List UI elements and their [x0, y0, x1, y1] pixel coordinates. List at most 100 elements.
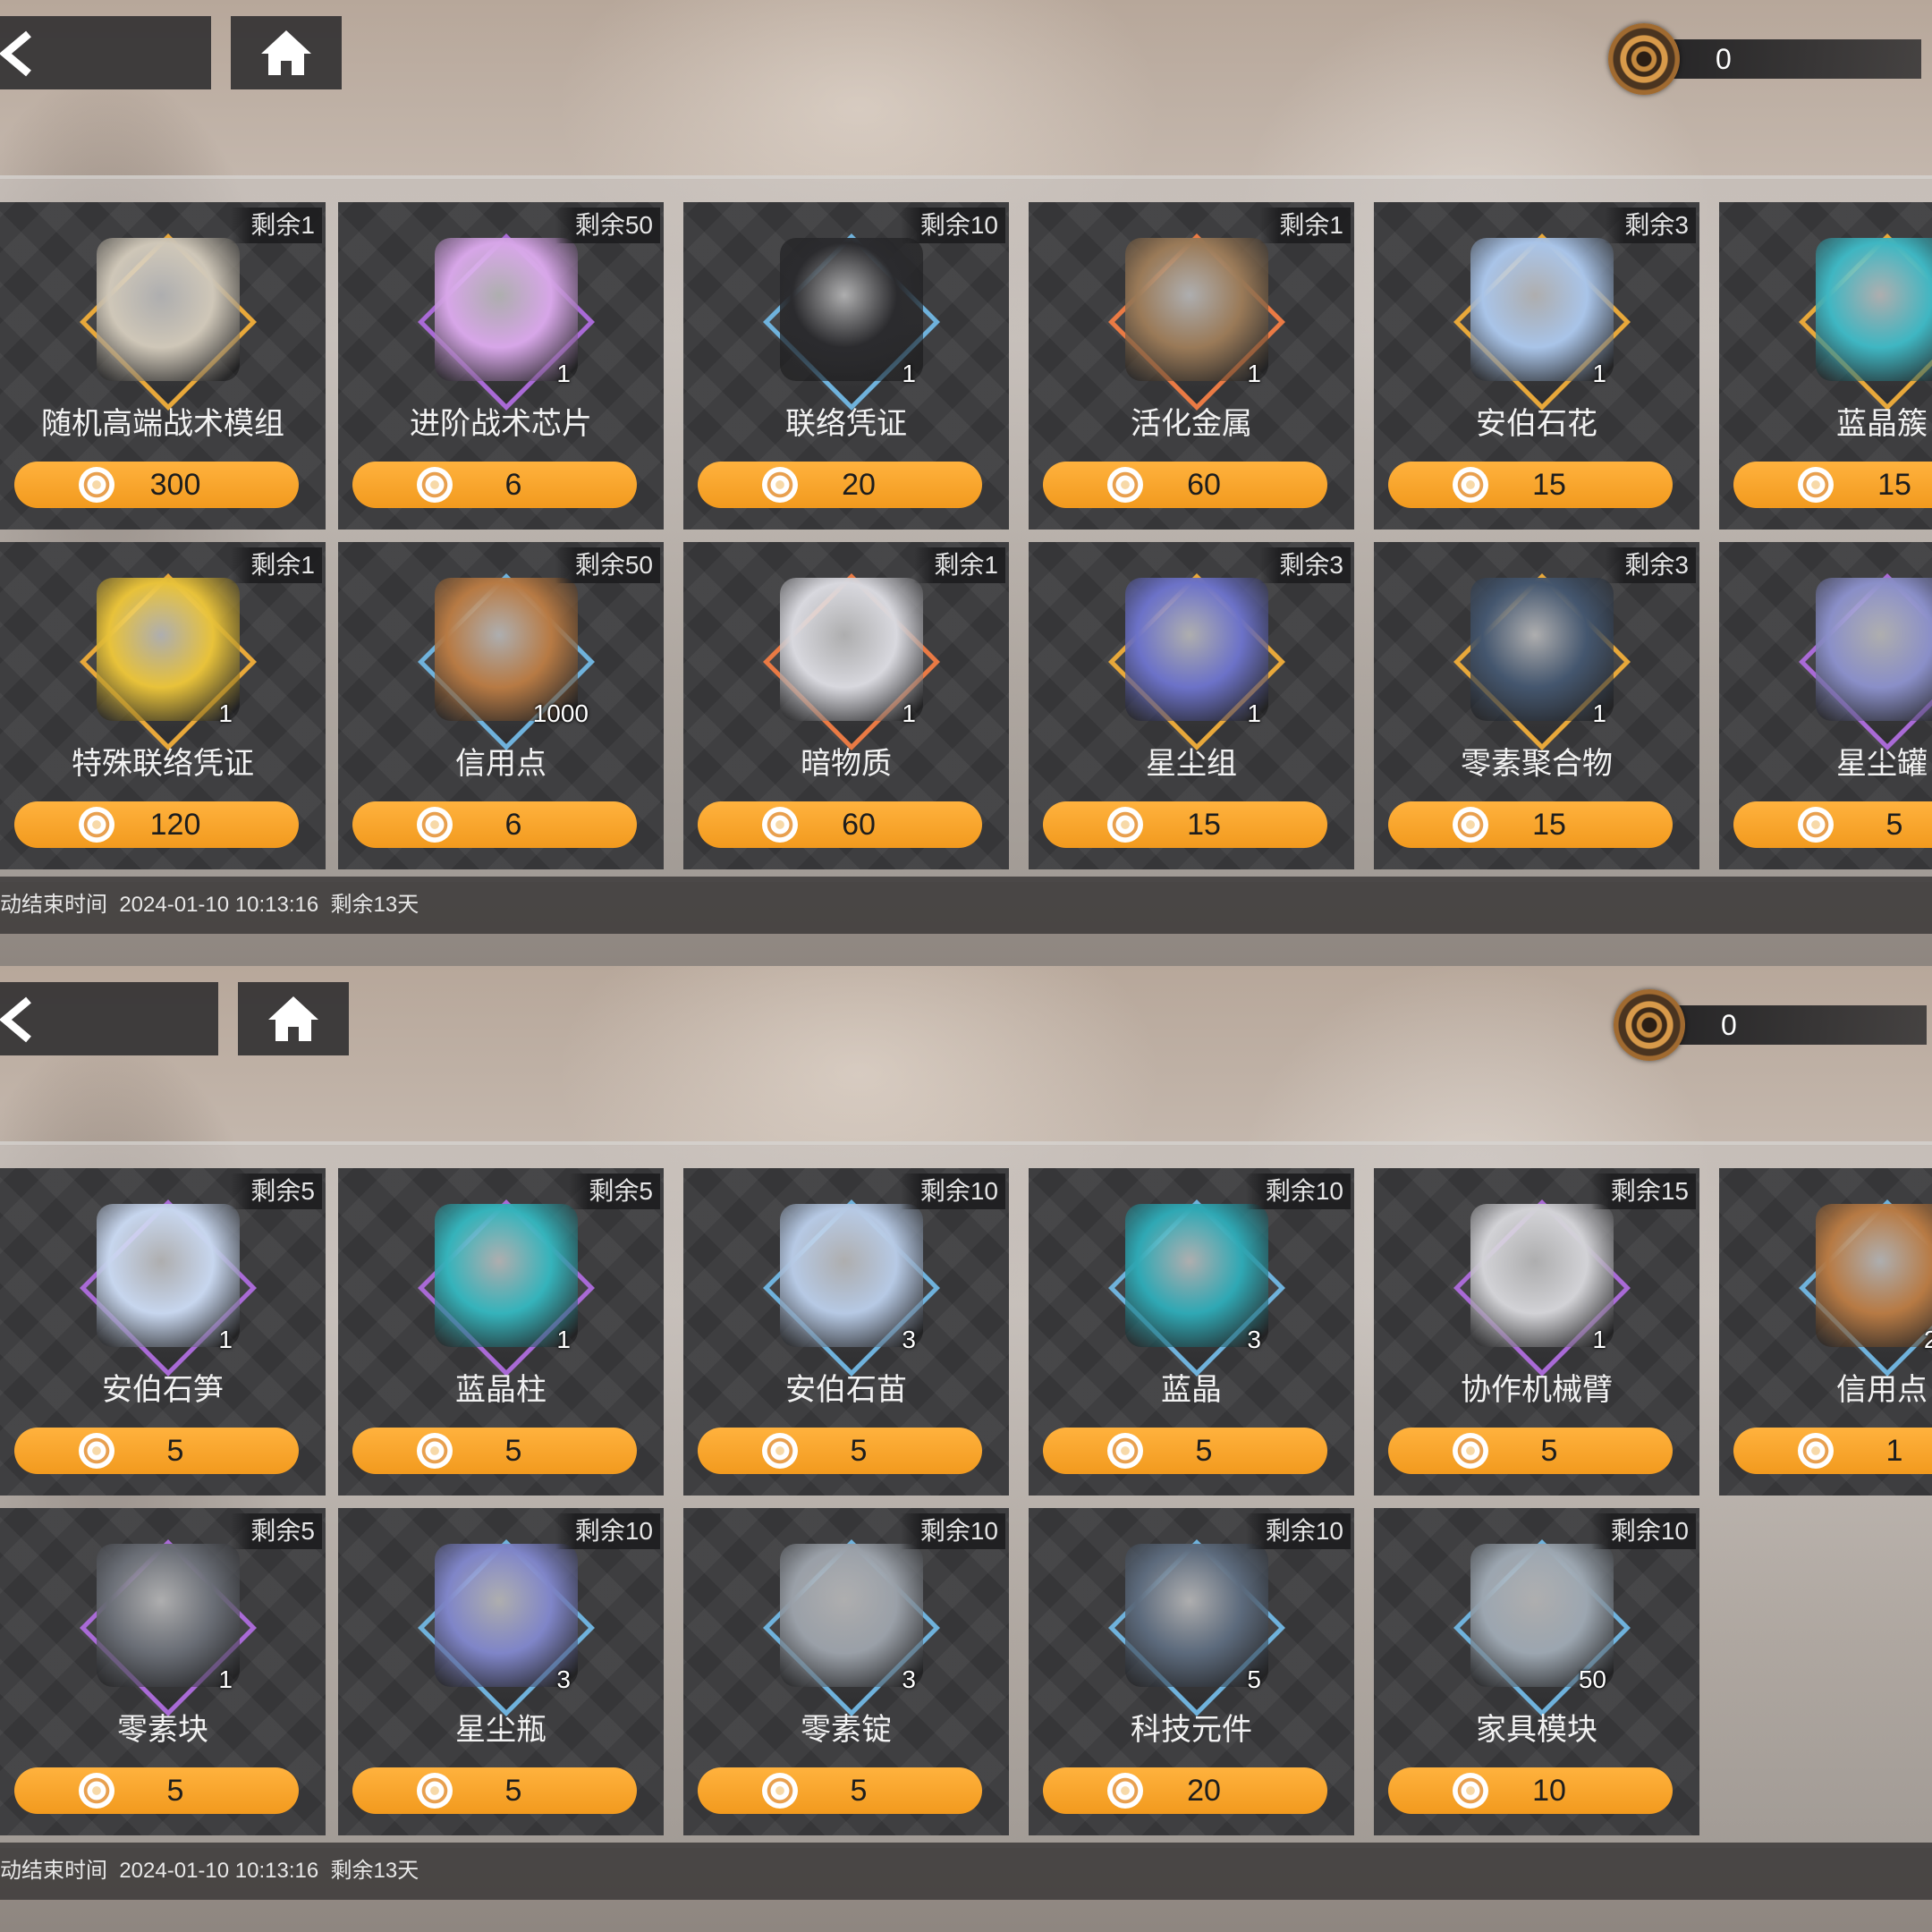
price-value: 300 — [149, 468, 201, 502]
shop-item-card[interactable]: 1 星尘罐 5 — [1719, 542, 1932, 869]
remaining-stock: 剩余1 — [1259, 208, 1351, 243]
item-icon — [97, 238, 240, 381]
price-button[interactable]: 120 — [14, 801, 299, 848]
remaining-stock: 剩余1 — [914, 547, 1005, 583]
price-button[interactable]: 6 — [352, 801, 637, 848]
price-button[interactable]: 20 — [1043, 1767, 1327, 1814]
price-button[interactable]: 6 — [352, 462, 637, 508]
price-button[interactable]: 5 — [1388, 1428, 1673, 1474]
price-button[interactable]: 5 — [352, 1428, 637, 1474]
shop-item-card[interactable]: 剩余50 1 进阶战术芯片 6 — [338, 202, 664, 530]
item-quantity: 20 — [1923, 1326, 1932, 1353]
price-coin-icon — [1107, 1433, 1143, 1469]
shop-item-card[interactable]: 剩余10 50 家具模块 10 — [1374, 1508, 1699, 1835]
price-value: 20 — [842, 468, 876, 502]
shop-item-card[interactable]: 剩余10 1 联络凭证 20 — [683, 202, 1009, 530]
shop-item-card[interactable]: 剩余1 1 暗物质 60 — [683, 542, 1009, 869]
price-button[interactable]: 15 — [1043, 801, 1327, 848]
price-value: 5 — [850, 1774, 868, 1808]
price-button[interactable]: 5 — [14, 1428, 299, 1474]
price-coin-icon — [417, 467, 453, 503]
price-coin-icon — [1107, 1773, 1143, 1809]
price-button[interactable]: 60 — [1043, 462, 1327, 508]
price-button[interactable]: 5 — [1043, 1428, 1327, 1474]
currency-coin-icon — [1608, 23, 1680, 95]
shop-item-card[interactable]: 剩余10 3 零素锭 5 — [683, 1508, 1009, 1835]
shop-item-card[interactable]: 剩余3 1 星尘组 15 — [1029, 542, 1354, 869]
item-name: 零素聚合物 — [1461, 747, 1613, 781]
price-coin-icon — [762, 1773, 798, 1809]
price-value: 5 — [504, 1774, 522, 1808]
item-quantity: 1 — [218, 699, 233, 727]
price-button[interactable]: 15 — [1388, 462, 1673, 508]
shop-item-card[interactable]: 剩余1 随机高端战术模组 300 — [0, 202, 326, 530]
shop-item-card[interactable]: 剩余10 5 科技元件 20 — [1029, 1508, 1354, 1835]
shop-item-card[interactable]: 剩余3 1 零素聚合物 15 — [1374, 542, 1699, 869]
back-button[interactable] — [0, 982, 218, 1055]
item-quantity: 5 — [1247, 1665, 1261, 1693]
item-quantity: 1 — [902, 360, 916, 387]
price-button[interactable]: 15 — [1733, 462, 1932, 508]
item-quantity: 1 — [556, 1326, 571, 1353]
price-button[interactable]: 5 — [14, 1767, 299, 1814]
price-button[interactable]: 5 — [352, 1767, 637, 1814]
item-quantity: 1 — [1592, 1326, 1606, 1353]
item-name: 家具模块 — [1476, 1713, 1597, 1747]
price-button[interactable]: 5 — [698, 1428, 982, 1474]
home-button[interactable] — [231, 16, 342, 89]
event-end-time: 动结束时间 2024-01-10 10:13:16 剩余13天 — [0, 893, 419, 917]
price-button[interactable]: 1 — [1733, 1428, 1932, 1474]
currency-value: 0 — [1721, 1009, 1737, 1041]
shop-item-card[interactable]: 剩余5 1 蓝晶柱 5 — [338, 1168, 664, 1496]
price-value: 5 — [504, 1434, 522, 1468]
item-quantity: 3 — [556, 1665, 571, 1693]
shop-item-card[interactable]: 剩余1 1 特殊联络凭证 120 — [0, 542, 326, 869]
shop-item-card[interactable]: 20 信用点 1 — [1719, 1168, 1932, 1496]
price-coin-icon — [1798, 807, 1834, 843]
price-button[interactable]: 10 — [1388, 1767, 1673, 1814]
price-button[interactable]: 5 — [698, 1767, 982, 1814]
price-coin-icon — [79, 467, 114, 503]
item-grid: 剩余1 随机高端战术模组 300 剩余50 1 进阶战术芯片 6 剩余10 1 联络凭证 20 剩余1… — [0, 175, 1932, 882]
price-value: 15 — [1187, 808, 1221, 842]
shop-item-card[interactable]: 剩余1 1 活化金属 60 — [1029, 202, 1354, 530]
item-quantity: 1 — [218, 1326, 233, 1353]
shop-item-card[interactable]: 1 蓝晶簇 15 — [1719, 202, 1932, 530]
shop-item-card[interactable]: 剩余10 3 蓝晶 5 — [1029, 1168, 1354, 1496]
currency-coin-icon — [1614, 989, 1685, 1061]
item-quantity: 1 — [556, 360, 571, 387]
remaining-stock: 剩余10 — [1590, 1513, 1696, 1549]
shop-item-card[interactable]: 剩余3 1 安伯石花 15 — [1374, 202, 1699, 530]
item-name: 进阶战术芯片 — [410, 407, 592, 441]
home-button[interactable] — [238, 982, 349, 1055]
price-button[interactable]: 300 — [14, 462, 299, 508]
remaining-stock: 剩余3 — [1259, 547, 1351, 583]
back-button[interactable] — [0, 16, 211, 89]
event-footer: 动结束时间 2024-01-10 10:13:16 剩余13天 — [0, 877, 1932, 934]
shop-item-card[interactable]: 剩余15 1 协作机械臂 5 — [1374, 1168, 1699, 1496]
price-value: 5 — [166, 1774, 184, 1808]
shop-item-card[interactable]: 剩余10 3 安伯石苗 5 — [683, 1168, 1009, 1496]
shop-item-card[interactable]: 剩余5 1 安伯石笋 5 — [0, 1168, 326, 1496]
item-quantity: 3 — [902, 1326, 916, 1353]
price-button[interactable]: 60 — [698, 801, 982, 848]
item-name: 星尘瓶 — [455, 1713, 547, 1747]
shop-item-card[interactable]: 剩余5 1 零素块 5 — [0, 1508, 326, 1835]
price-coin-icon — [1107, 807, 1143, 843]
price-coin-icon — [1453, 807, 1488, 843]
price-button[interactable]: 15 — [1388, 801, 1673, 848]
remaining-stock: 剩余5 — [231, 1513, 322, 1549]
shop-item-card[interactable]: 剩余10 3 星尘瓶 5 — [338, 1508, 664, 1835]
price-value: 15 — [1532, 808, 1566, 842]
price-value: 60 — [842, 808, 876, 842]
price-button[interactable]: 5 — [1733, 801, 1932, 848]
item-name: 协作机械臂 — [1461, 1373, 1613, 1407]
price-coin-icon — [417, 807, 453, 843]
item-name: 安伯石笋 — [102, 1373, 224, 1407]
shop-item-card[interactable]: 剩余50 1000 信用点 6 — [338, 542, 664, 869]
item-name: 蓝晶簇 — [1836, 407, 1928, 441]
currency-bar — [1667, 1005, 1927, 1045]
item-name: 安伯石花 — [1476, 407, 1597, 441]
price-button[interactable]: 20 — [698, 462, 982, 508]
currency-display: 0 — [1608, 23, 1921, 95]
